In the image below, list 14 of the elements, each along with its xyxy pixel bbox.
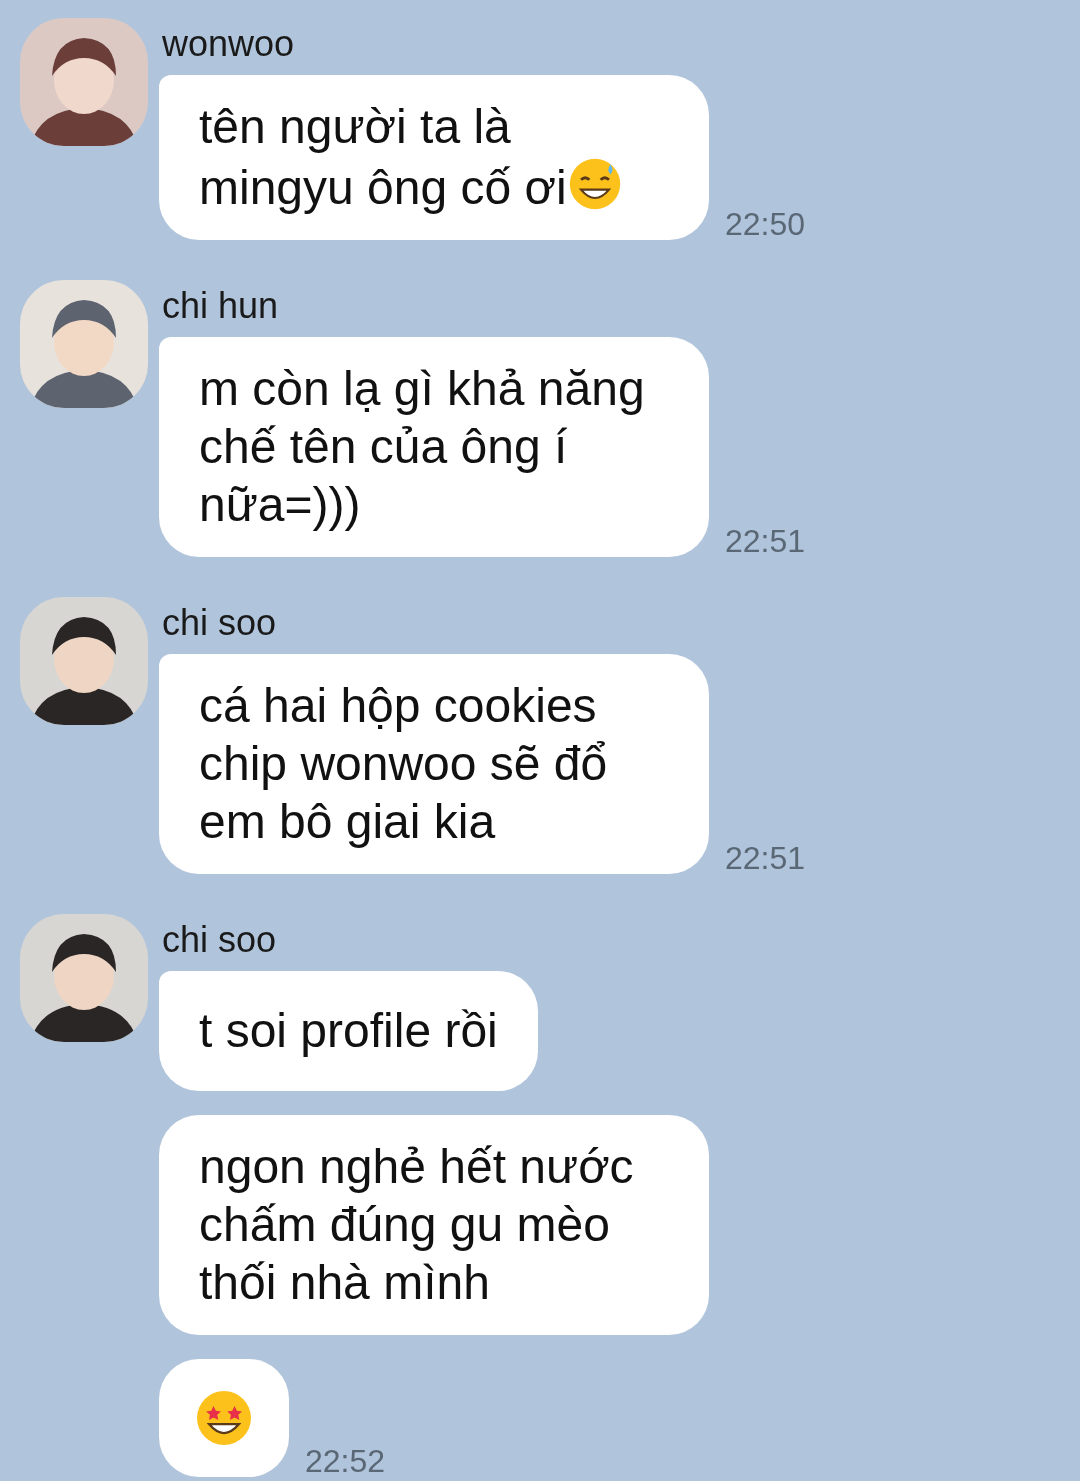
- sender-name: wonwoo: [162, 22, 296, 66]
- message-text: cá hai hộp cookies chip wonwoo sẽ đổ em bô giai kia: [199, 679, 608, 848]
- message-text: tên người ta là mingyu ông cố ơi: [199, 100, 567, 214]
- message-time: 22:51: [725, 840, 806, 876]
- sender-name: chi soo: [162, 918, 278, 962]
- message-time: 22:52: [305, 1443, 386, 1479]
- message-text: m còn lạ gì khả năng chế tên của ông í nữa=))): [199, 362, 645, 531]
- message-text: t soi profile rồi: [199, 1004, 498, 1057]
- star-eyes-emoji-icon: [194, 1388, 254, 1448]
- sender-name: chi hun: [162, 284, 280, 328]
- message-text: ngon nghẻ hết nước chấm đúng gu mèo thối nhà mình: [199, 1140, 634, 1309]
- message-time: 22:50: [725, 206, 806, 242]
- message-time: 22:51: [725, 523, 806, 559]
- sender-name: chi soo: [162, 601, 278, 645]
